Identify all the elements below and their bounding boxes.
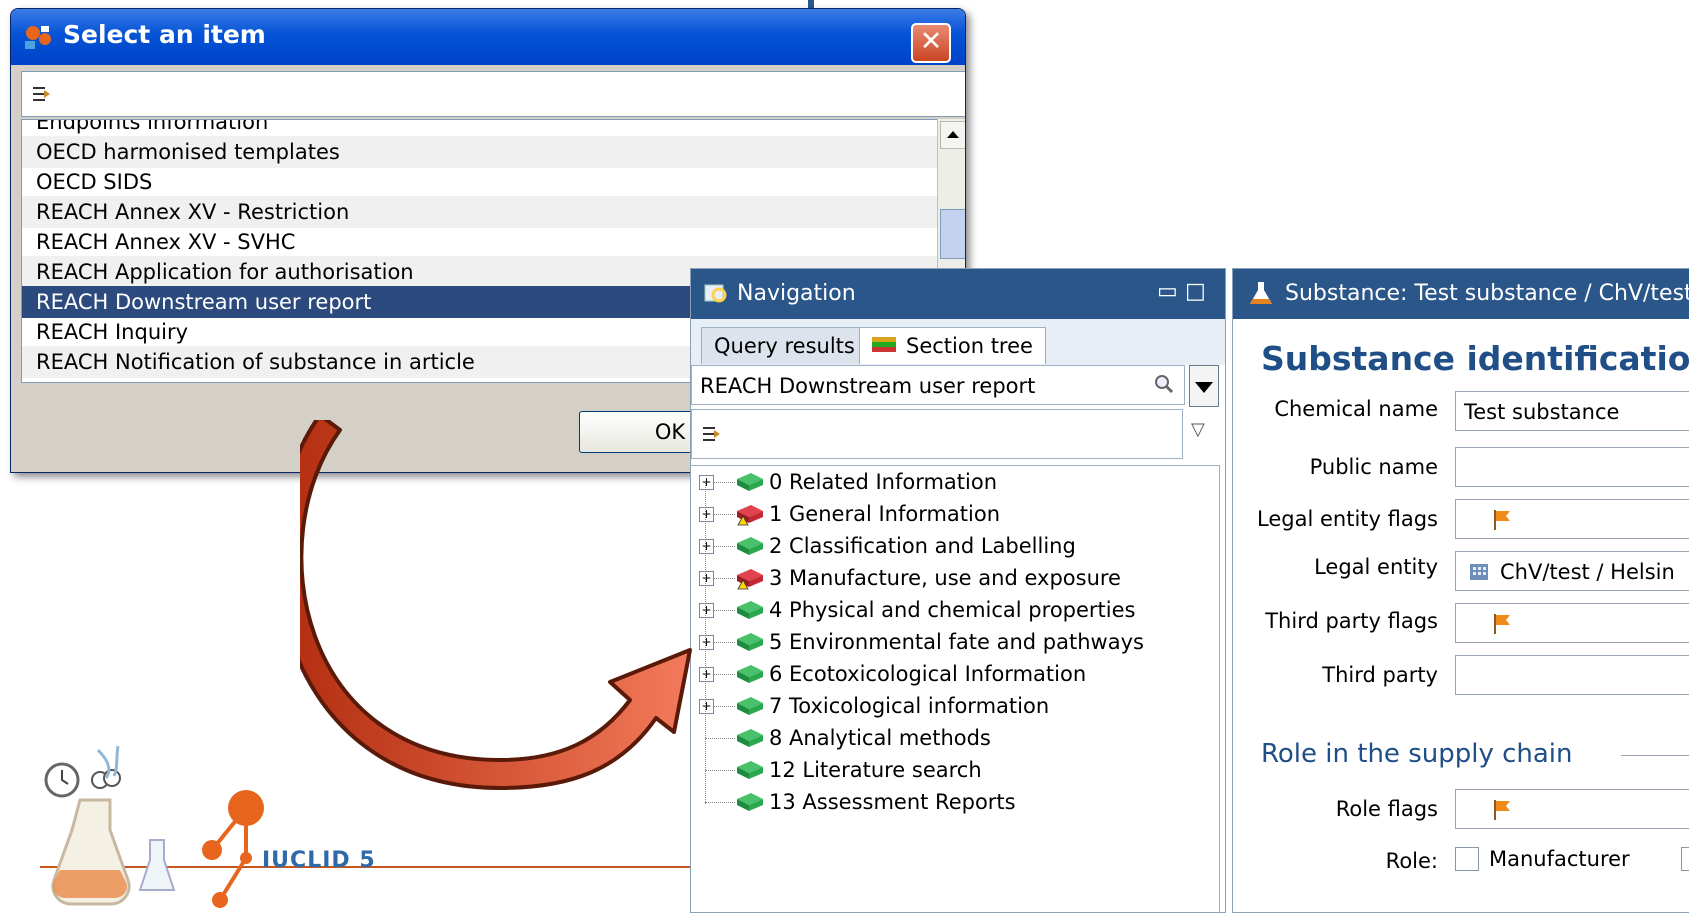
scroll-up-button[interactable] xyxy=(940,121,965,149)
dropdown-button[interactable] xyxy=(1189,365,1219,407)
red-book-warning-icon xyxy=(737,569,763,590)
third-party-flags-field[interactable] xyxy=(1455,603,1689,643)
legal-entity-label: Legal entity xyxy=(1314,555,1438,579)
close-button[interactable]: ✕ xyxy=(911,23,951,63)
app-icon xyxy=(23,23,53,55)
role-label: Role: xyxy=(1385,849,1438,873)
list-item[interactable]: OECD harmonised templates xyxy=(22,136,937,168)
navigation-header: Navigation ▭ □ xyxy=(691,269,1225,319)
tree-node-label: 8 Analytical methods xyxy=(769,726,991,750)
minimize-icon[interactable]: ▭ xyxy=(1157,279,1178,304)
green-book-icon xyxy=(737,633,763,651)
substance-header: Substance: Test substance / ChV/test xyxy=(1233,269,1689,319)
third-party-field[interactable] xyxy=(1455,655,1689,695)
public-name-label: Public name xyxy=(1309,455,1438,479)
flag-icon xyxy=(1494,510,1510,530)
legal-entity-flags-field[interactable] xyxy=(1455,499,1689,539)
page-title: Substance identificatio xyxy=(1261,339,1689,378)
flask-icon xyxy=(1247,279,1275,313)
substance-title: Substance: Test substance / ChV/test xyxy=(1285,281,1689,306)
chevron-down-icon[interactable]: ▽ xyxy=(1191,419,1205,440)
public-name-field[interactable] xyxy=(1455,447,1689,487)
dialog-title: Select an item xyxy=(63,20,266,49)
tab-query-results[interactable]: Query results xyxy=(701,327,868,364)
list-item[interactable]: OECD SIDS xyxy=(22,166,937,198)
tree-node-label: 1 General Information xyxy=(769,502,1001,526)
red-book-warning-icon xyxy=(737,505,763,526)
third-party-flags-label: Third party flags xyxy=(1265,609,1438,633)
green-book-icon xyxy=(737,601,763,619)
tree-node-label: 2 Classification and Labelling xyxy=(769,534,1076,558)
navigation-icon xyxy=(703,281,729,311)
tree-node-label: 7 Toxicological information xyxy=(769,694,1050,718)
logo-text: IUCLID 5 xyxy=(262,848,376,873)
flag-icon xyxy=(1494,800,1510,820)
tree-node-label: 4 Physical and chemical properties xyxy=(769,598,1136,622)
manufacturer-checkbox[interactable] xyxy=(1455,847,1479,871)
green-book-icon xyxy=(737,697,763,715)
role-section-title: Role in the supply chain xyxy=(1261,739,1573,769)
maximize-icon[interactable]: □ xyxy=(1185,279,1206,304)
tree-node-label: 13 Assessment Reports xyxy=(769,790,1016,814)
section-tree: + 0 Related Information + 1 General Info… xyxy=(691,465,1220,913)
green-book-icon xyxy=(737,761,763,779)
tab-section-tree-label: Section tree xyxy=(906,334,1033,358)
dialog-titlebar[interactable]: Select an item ✕ xyxy=(11,9,965,65)
navigation-panel: Navigation ▭ □ Query results Section tre… xyxy=(690,268,1226,913)
green-book-icon xyxy=(737,473,763,491)
manufacturer-label: Manufacturer xyxy=(1489,847,1630,871)
curved-arrow-annotation xyxy=(300,420,692,790)
green-book-icon xyxy=(737,793,763,811)
green-book-icon xyxy=(737,537,763,555)
legal-entity-flags-label: Legal entity flags xyxy=(1257,507,1438,531)
role-flags-field[interactable] xyxy=(1455,789,1689,829)
section-divider xyxy=(1621,755,1689,756)
third-party-label: Third party xyxy=(1322,663,1438,687)
filter-input[interactable] xyxy=(21,71,965,117)
scroll-thumb[interactable] xyxy=(940,209,965,259)
tree-node-label: 12 Literature search xyxy=(769,758,982,782)
substance-panel: Substance: Test substance / ChV/test Sub… xyxy=(1232,268,1689,913)
building-icon xyxy=(1470,564,1488,580)
tree-node-label: 6 Ecotoxicological Information xyxy=(769,662,1087,686)
tree-filter-input[interactable] xyxy=(691,409,1183,459)
legal-entity-value: ChV/test / Helsin xyxy=(1500,560,1675,584)
role-flags-label: Role flags xyxy=(1335,797,1438,821)
filter-icon xyxy=(30,82,54,110)
checkbox[interactable] xyxy=(1681,847,1689,871)
tree-node-label: 5 Environmental fate and pathways xyxy=(769,630,1144,654)
chemical-name-label: Chemical name xyxy=(1274,397,1438,421)
tree-node-label: 0 Related Information xyxy=(769,470,998,494)
tab-section-tree[interactable]: Section tree xyxy=(859,327,1046,364)
flag-icon xyxy=(1494,614,1510,634)
green-book-icon xyxy=(737,665,763,683)
chemical-name-field[interactable]: Test substance xyxy=(1455,391,1689,431)
green-book-icon xyxy=(737,729,763,747)
search-icon[interactable] xyxy=(1153,373,1175,399)
navigation-tabs: Query results Section tree xyxy=(691,319,1225,365)
navigation-title: Navigation xyxy=(737,281,856,306)
tree-node-label: 3 Manufacture, use and exposure xyxy=(769,566,1121,590)
list-item[interactable]: REACH Annex XV - Restriction xyxy=(22,196,937,228)
legal-entity-field[interactable]: ChV/test / Helsin xyxy=(1455,551,1689,591)
list-item[interactable]: REACH Annex XV - SVHC xyxy=(22,226,937,258)
section-search-input[interactable]: REACH Downstream user report xyxy=(691,365,1185,405)
